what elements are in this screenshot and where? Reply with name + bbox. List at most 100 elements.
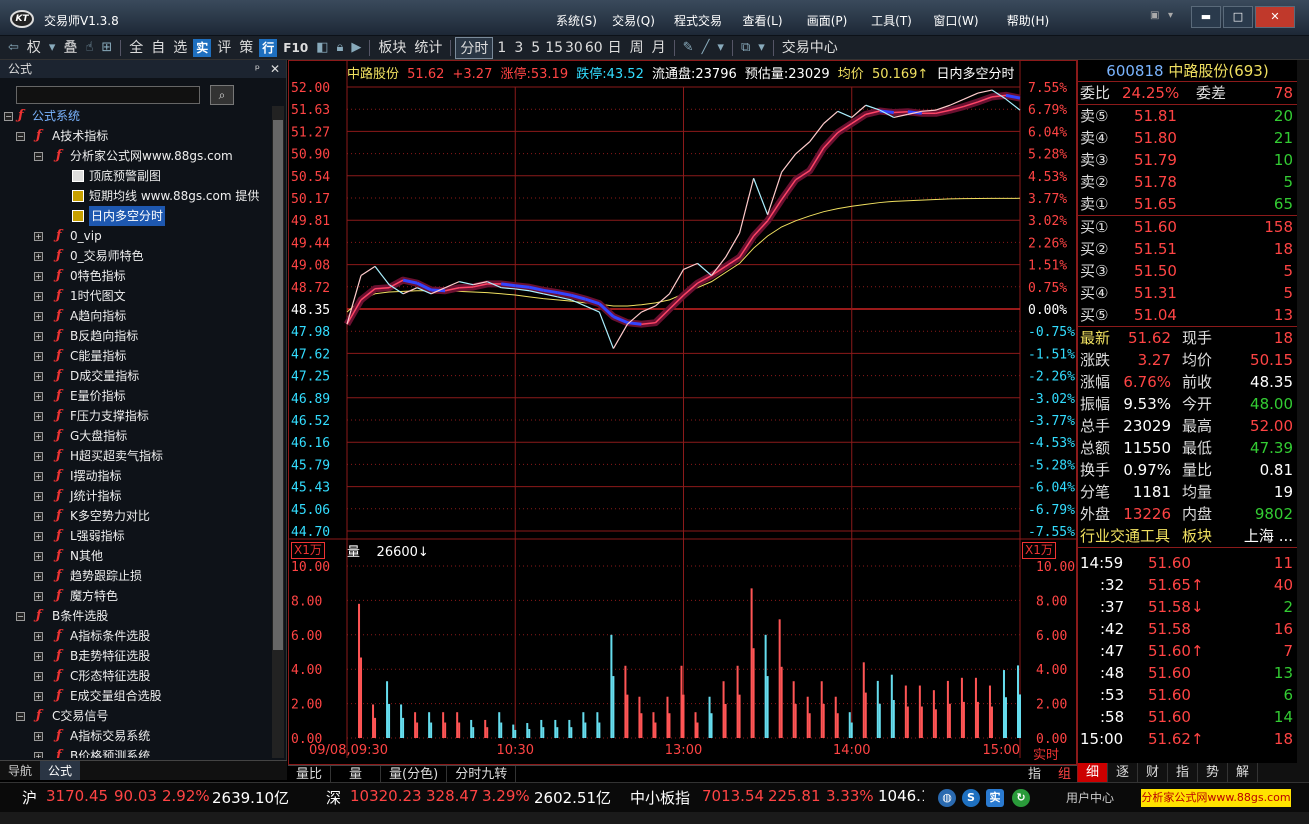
tb-week[interactable]: 周	[626, 37, 648, 59]
window-icon[interactable]: ◧	[312, 37, 332, 59]
tb-self[interactable]: 自	[147, 37, 169, 59]
tb-trade-center[interactable]: 交易中心	[778, 37, 842, 59]
tree-node[interactable]: + ƒ K多空势力对比	[0, 506, 272, 526]
tab-volume-color[interactable]: 量(分色)	[381, 766, 448, 782]
expand-toggle-icon[interactable]: +	[34, 492, 43, 501]
tb-30min[interactable]: 30	[564, 37, 584, 59]
tree-node[interactable]: + ƒ A指标条件选股	[0, 626, 272, 646]
tick-row[interactable]: :47 51.60↑ 7	[1078, 640, 1297, 662]
line-dropdown-icon[interactable]: ▾	[713, 37, 728, 59]
tree-node[interactable]: + ƒ 0特色指标	[0, 266, 272, 286]
tb-right[interactable]: 权	[23, 37, 45, 59]
stat-row[interactable]: 分笔 1181 均量 19	[1078, 481, 1297, 503]
tb-day[interactable]: 日	[604, 37, 626, 59]
tick-row[interactable]: 15:00 51.62↑ 18	[1078, 728, 1297, 750]
back-arrow-icon[interactable]: ⇦	[4, 37, 23, 59]
pin-icon[interactable]: ᵖ	[255, 60, 260, 78]
ask-level[interactable]: 卖⑤ 51.81 20	[1078, 105, 1297, 127]
tree-node[interactable]: + ƒ C能量指标	[0, 346, 272, 366]
tb-overlay[interactable]: 叠	[59, 37, 81, 59]
menu-trade[interactable]: 交易(Q)	[605, 12, 662, 29]
menu-help[interactable]: 帮助(H)	[992, 12, 1064, 29]
tree-node[interactable]: + ƒ 1时代图文	[0, 286, 272, 306]
tree-node[interactable]: + ƒ F压力支撑指标	[0, 406, 272, 426]
tree-node[interactable]: + ƒ J统计指标	[0, 486, 272, 506]
tab-nine-turn[interactable]: 分时九转	[447, 766, 517, 782]
tab-index[interactable]: 指	[1168, 763, 1198, 782]
expand-toggle-icon[interactable]: +	[34, 672, 43, 681]
menu-screen[interactable]: 画面(P)	[791, 12, 863, 29]
tree-scrollbar-thumb[interactable]	[273, 120, 283, 650]
tree-node[interactable]: + ƒ G大盘指标	[0, 426, 272, 446]
tree-node[interactable]: − ƒ C交易信号	[0, 706, 272, 726]
ad-banner[interactable]: 分析家公式网www.88gs.com	[1141, 789, 1291, 807]
tab-finance[interactable]: 财	[1138, 763, 1168, 782]
expand-toggle-icon[interactable]: +	[34, 352, 43, 361]
draw-icon[interactable]: ✎	[679, 37, 698, 59]
tb-sector[interactable]: 板块	[374, 37, 410, 59]
tab-formula[interactable]: 公式	[40, 761, 81, 780]
expand-toggle-icon[interactable]: +	[34, 692, 43, 701]
copy-icon[interactable]: ⧉	[737, 37, 754, 59]
stat-row[interactable]: 涨跌 3.27 均价 50.15	[1078, 349, 1297, 371]
bid-level[interactable]: 买① 51.60 158	[1078, 216, 1297, 238]
tick-row[interactable]: :37 51.58↓ 2	[1078, 596, 1297, 618]
menu-window[interactable]: 窗口(W)	[920, 12, 992, 29]
realtime-label[interactable]: 实时	[1031, 748, 1061, 763]
expand-toggle-icon[interactable]: +	[34, 572, 43, 581]
zoom-icon[interactable]: ⊞	[97, 37, 116, 59]
ask-level[interactable]: 卖① 51.65 65	[1078, 193, 1297, 215]
tree-node[interactable]: + ƒ 0_vip	[0, 226, 272, 246]
menu-view[interactable]: 查看(L)	[734, 12, 791, 29]
expand-toggle-icon[interactable]: +	[34, 372, 43, 381]
tree-node[interactable]: + ƒ B走势特征选股	[0, 646, 272, 666]
tb-stats[interactable]: 统计	[410, 37, 446, 59]
formula-search-input[interactable]	[16, 86, 200, 104]
bid-level[interactable]: 买③ 51.50 5	[1078, 260, 1297, 282]
expand-toggle-icon[interactable]: +	[34, 292, 43, 301]
tb-intraday[interactable]: 分时	[455, 36, 494, 59]
tree-node[interactable]: + ƒ N其他	[0, 546, 272, 566]
tree-node[interactable]: − ƒ A技术指标	[0, 126, 272, 146]
restore-small-icon[interactable]: ▣	[1150, 10, 1159, 21]
expand-toggle-icon[interactable]: −	[4, 112, 13, 121]
menu-program-trade[interactable]: 程式交易	[662, 12, 734, 29]
lock-icon[interactable]: 🔒︎	[333, 37, 348, 59]
minimize-button[interactable]: ▬	[1191, 6, 1221, 28]
tree-node[interactable]: 日内多空分时	[0, 206, 272, 226]
tb-select[interactable]: 选	[169, 37, 191, 59]
expand-toggle-icon[interactable]: −	[16, 612, 25, 621]
tree-node[interactable]: + ƒ I摆动指标	[0, 466, 272, 486]
expand-toggle-icon[interactable]: +	[34, 732, 43, 741]
globe-icon[interactable]: ◍	[938, 789, 956, 807]
stat-row[interactable]: 换手 0.97% 量比 0.81	[1078, 459, 1297, 481]
stat-row[interactable]: 最新 51.62 现手 18	[1078, 327, 1297, 349]
expand-toggle-icon[interactable]: +	[34, 752, 43, 758]
expand-toggle-icon[interactable]: +	[34, 472, 43, 481]
copy-dropdown-icon[interactable]: ▾	[754, 37, 769, 59]
expand-toggle-icon[interactable]: +	[34, 252, 43, 261]
tab-volume-ratio[interactable]: 量比	[288, 766, 332, 782]
menu-tools[interactable]: 工具(T)	[863, 12, 920, 29]
tree-node[interactable]: 顶底预警副图	[0, 166, 272, 186]
tree-node[interactable]: + ƒ D成交量指标	[0, 366, 272, 386]
tick-row[interactable]: 14:59 51.60 11	[1078, 552, 1297, 574]
expand-toggle-icon[interactable]: +	[34, 312, 43, 321]
tb-full[interactable]: 全	[125, 37, 147, 59]
stat-row[interactable]: 总手 23029 最高 52.00	[1078, 415, 1297, 437]
tab-explain[interactable]: 解	[1228, 763, 1258, 782]
tab-group[interactable]: 组	[1050, 766, 1079, 783]
tb-month[interactable]: 月	[648, 37, 670, 59]
tree-node[interactable]: + ƒ B价格预测系统	[0, 746, 272, 758]
search-button[interactable]: ⌕	[210, 85, 234, 105]
line-icon[interactable]: ╱	[698, 37, 714, 59]
tb-3min[interactable]: 3	[510, 37, 527, 59]
real-icon[interactable]: 实	[986, 789, 1004, 807]
tree-node[interactable]: + ƒ A指标交易系统	[0, 726, 272, 746]
tb-f10[interactable]: F10	[279, 37, 312, 59]
tree-node[interactable]: + ƒ E量价指标	[0, 386, 272, 406]
user-center-link[interactable]: 用户中心	[1066, 789, 1114, 806]
expand-toggle-icon[interactable]: +	[34, 452, 43, 461]
tick-row[interactable]: :58 51.60 14	[1078, 706, 1297, 728]
stat-row[interactable]: 外盘 13226 内盘 9802	[1078, 503, 1297, 525]
